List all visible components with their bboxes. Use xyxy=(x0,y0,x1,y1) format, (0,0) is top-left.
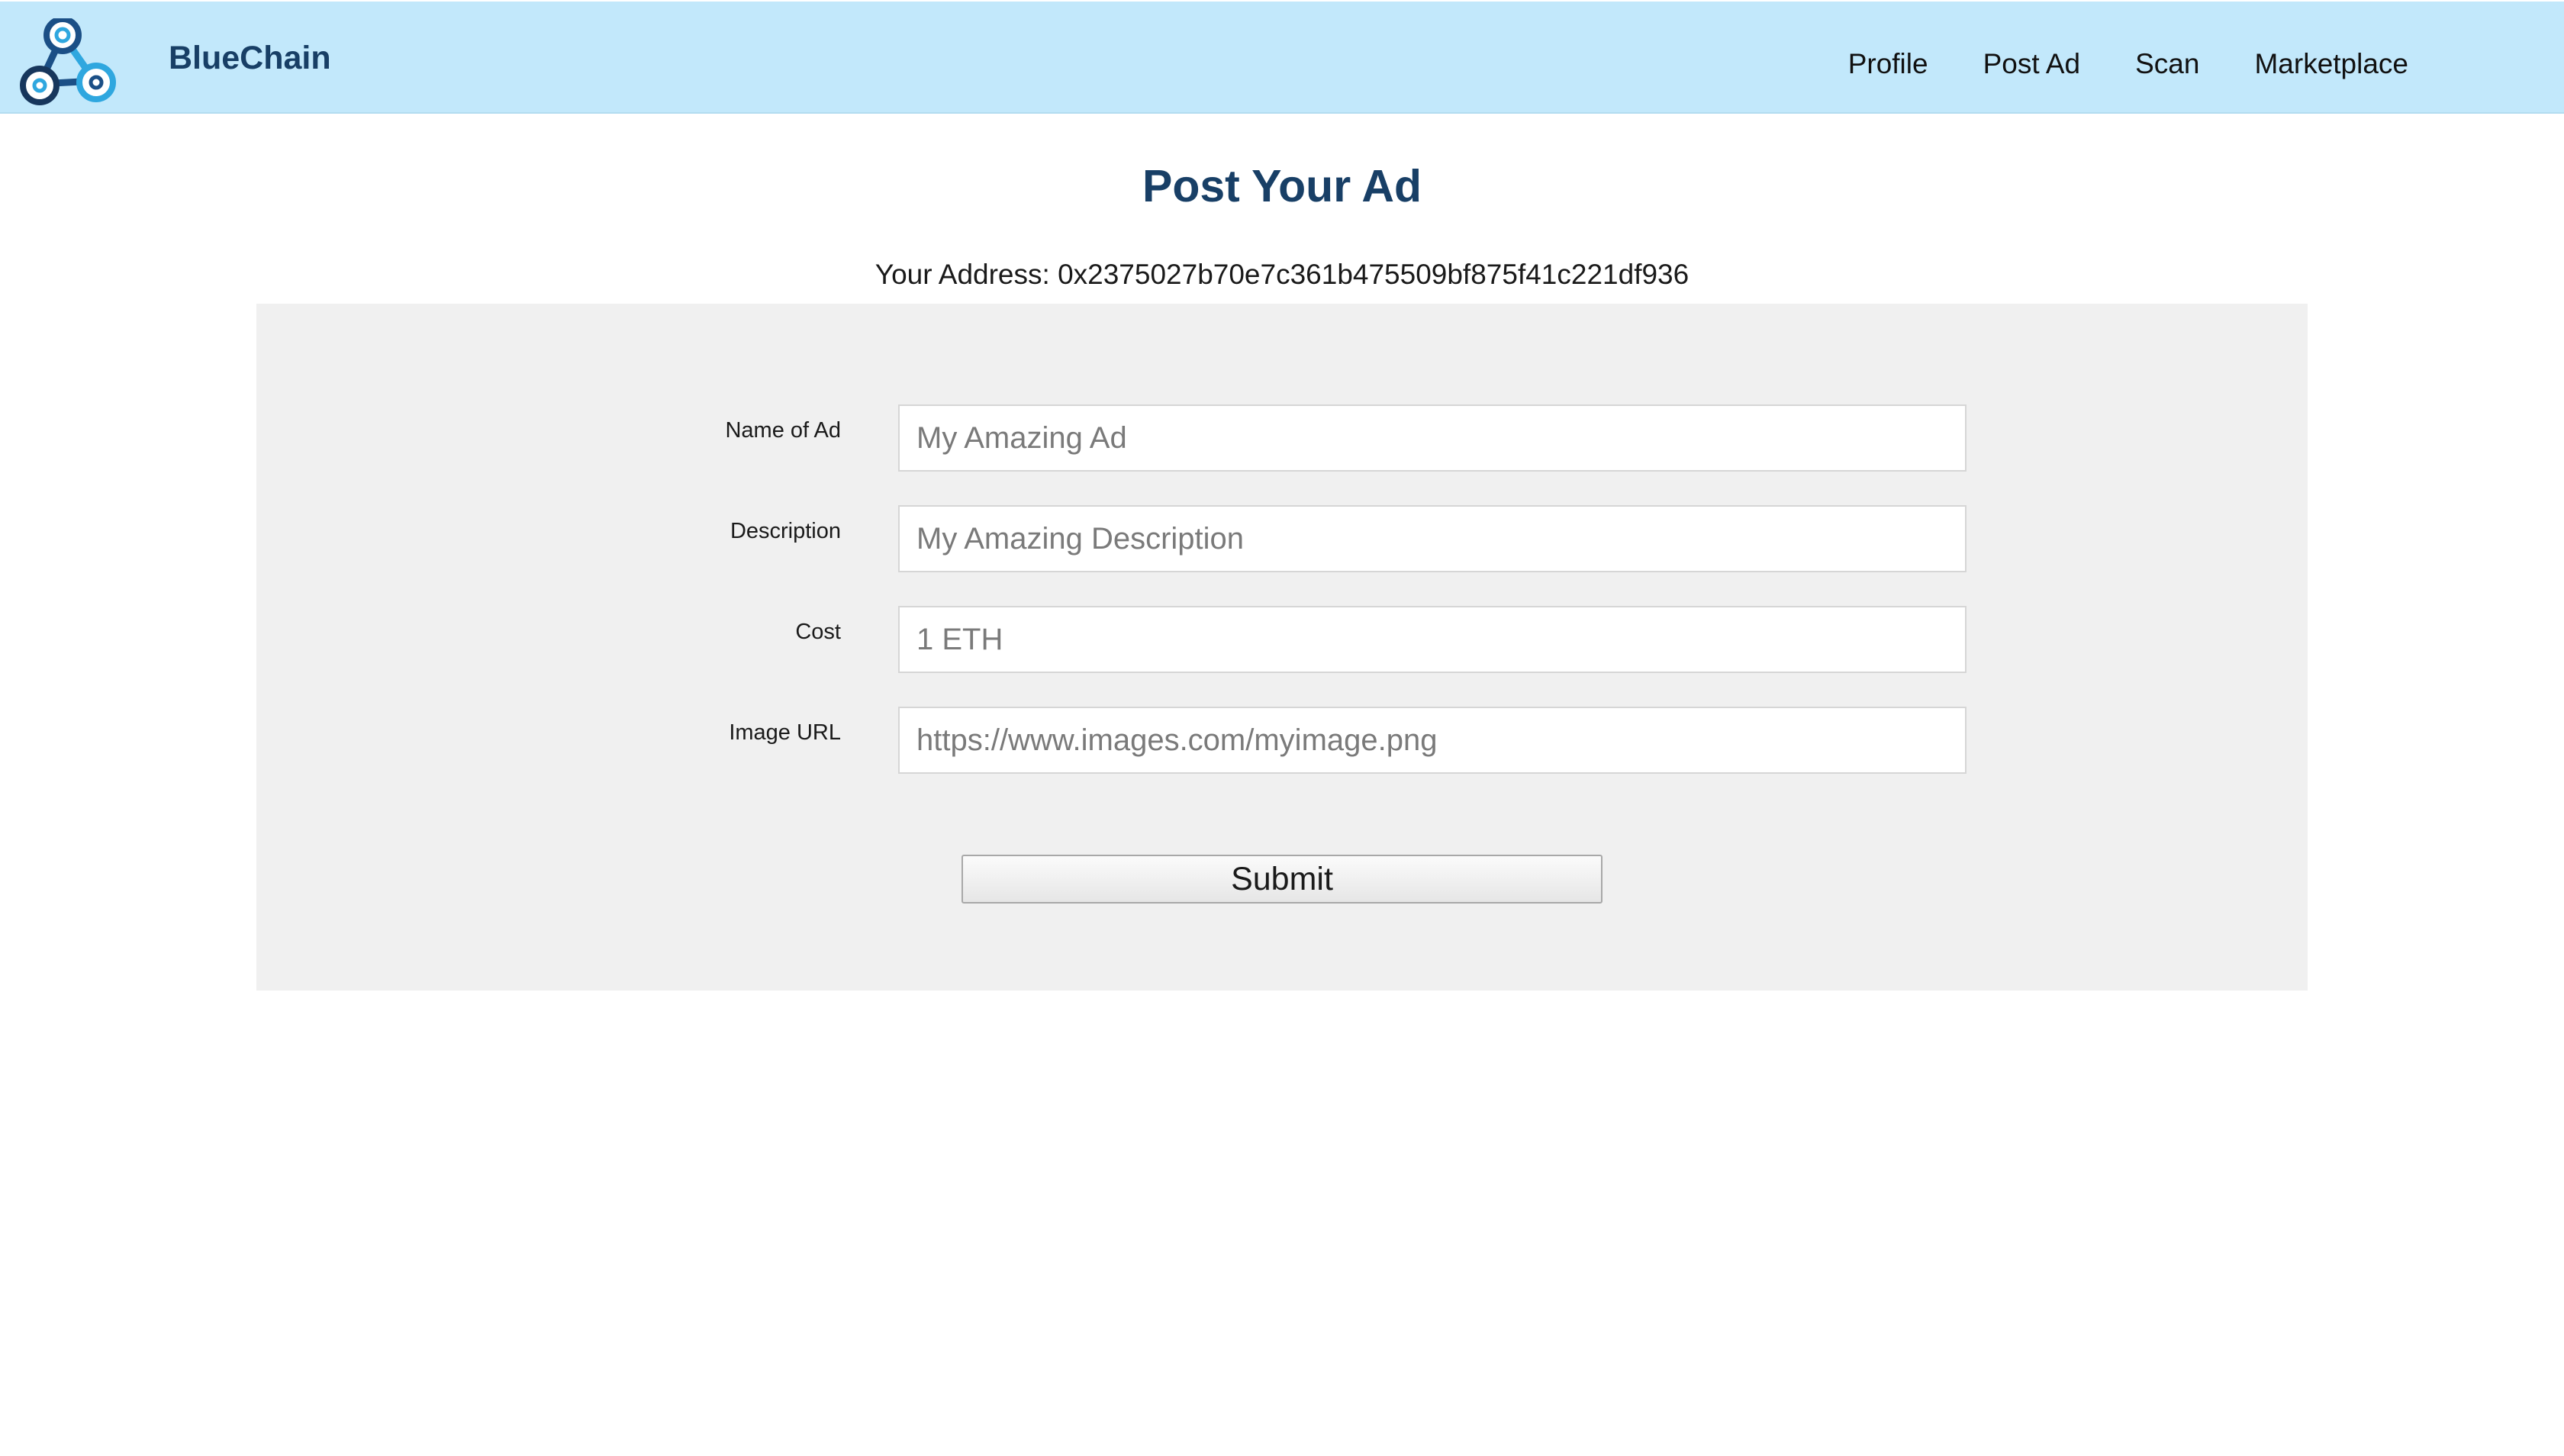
top-navbar: BlueChain Profile Post Ad Scan Marketpla… xyxy=(0,2,2564,114)
form-row-description: Description xyxy=(256,505,2308,574)
form-row-cost: Cost xyxy=(256,606,2308,675)
nav-link-post-ad[interactable]: Post Ad xyxy=(1928,43,2081,85)
nav-link-profile[interactable]: Profile xyxy=(1848,43,1928,85)
submit-button[interactable]: Submit xyxy=(961,855,1602,904)
description-input[interactable] xyxy=(898,505,1966,572)
post-ad-form: Name of Ad Description Cost Image URL Su… xyxy=(256,304,2308,991)
nav-link-scan[interactable]: Scan xyxy=(2080,43,2199,85)
wallet-address: Your Address: 0x2375027b70e7c361b475509b… xyxy=(875,259,1689,290)
nav-link-marketplace[interactable]: Marketplace xyxy=(2199,43,2408,85)
ad-name-input[interactable] xyxy=(898,404,1966,472)
bluechain-logo-icon[interactable] xyxy=(18,18,116,107)
field-label-cost: Cost xyxy=(795,620,841,644)
form-row-image-url: Image URL xyxy=(256,707,2308,775)
image-url-input[interactable] xyxy=(898,707,1966,774)
field-label-description: Description xyxy=(730,519,841,543)
page-title: Post Your Ad xyxy=(1142,161,1422,211)
cost-input[interactable] xyxy=(898,606,1966,673)
form-row-name: Name of Ad xyxy=(256,404,2308,473)
brand-name[interactable]: BlueChain xyxy=(169,37,331,79)
field-label-name: Name of Ad xyxy=(725,418,841,443)
field-label-image-url: Image URL xyxy=(729,720,841,745)
nav-links: Profile Post Ad Scan Marketplace xyxy=(1848,43,2408,85)
